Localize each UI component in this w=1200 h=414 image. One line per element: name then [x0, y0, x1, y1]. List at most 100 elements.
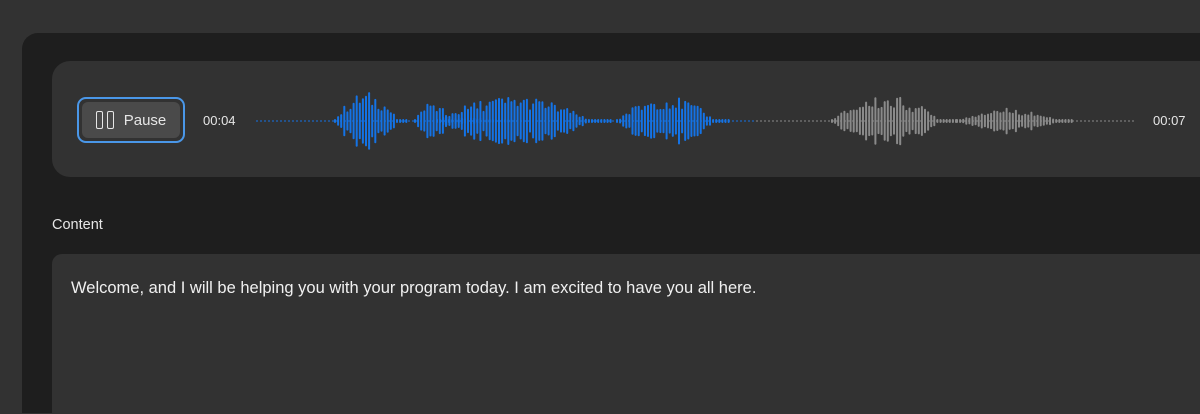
waveform-bar	[479, 100, 482, 142]
waveform-bar	[426, 103, 429, 139]
waveform-bar	[541, 101, 544, 141]
waveform-bar	[491, 100, 494, 142]
waveform-bar	[1027, 114, 1030, 128]
waveform-bar	[905, 109, 908, 133]
waveform-bar	[389, 112, 392, 130]
waveform-bar	[637, 105, 640, 137]
waveform-bar	[414, 119, 416, 123]
waveform-bar	[840, 112, 843, 130]
waveform-bar	[346, 111, 349, 131]
waveform-bar	[1052, 118, 1055, 124]
waveform-bar	[522, 99, 525, 143]
waveform-bar	[724, 119, 727, 123]
waveform-bar	[1045, 117, 1048, 125]
waveform-bar	[488, 101, 491, 141]
waveform-scrubber[interactable]	[256, 88, 1136, 154]
waveform-bar	[454, 113, 457, 129]
content-field[interactable]: Welcome, and I will be helping you with …	[52, 254, 1200, 414]
waveform-bar	[674, 107, 677, 135]
waveform-bar	[516, 105, 519, 137]
waveform-bar	[399, 119, 402, 123]
waveform-bar	[544, 107, 547, 135]
waveform-bar	[587, 119, 590, 123]
waveform-bar	[1024, 113, 1027, 129]
waveform-bar	[553, 104, 556, 138]
waveform-bar	[687, 102, 690, 140]
waveform-bar	[368, 92, 371, 150]
waveform-bar	[575, 114, 578, 128]
waveform-bar	[1070, 119, 1073, 123]
content-text: Welcome, and I will be helping you with …	[71, 279, 757, 297]
waveform-bar	[877, 107, 880, 135]
pause-button[interactable]: Pause	[77, 97, 185, 143]
waveform-bar	[1018, 114, 1020, 128]
waveform-bar	[1064, 119, 1067, 123]
waveform-bar	[396, 119, 398, 123]
pause-icon	[95, 111, 114, 129]
waveform-bar	[1055, 119, 1058, 123]
waveform-bar	[1005, 107, 1008, 135]
waveform-bar	[606, 119, 609, 123]
waveform-bar	[485, 105, 488, 137]
waveform-bar	[987, 113, 989, 129]
waveform-bar	[473, 102, 476, 140]
waveform-bar	[578, 116, 581, 126]
waveform-bar	[858, 107, 861, 135]
waveform-bar	[831, 119, 833, 123]
waveform-bar	[538, 101, 541, 141]
waveform-bar	[945, 119, 948, 123]
waveform-bar	[936, 119, 939, 123]
pause-button-label: Pause	[123, 111, 167, 129]
waveform-bar	[572, 110, 575, 132]
waveform-bar	[556, 111, 559, 131]
waveform-bar	[951, 119, 954, 123]
waveform-bar	[899, 96, 902, 146]
waveform-bar	[563, 109, 566, 133]
waveform-bar	[996, 110, 999, 131]
waveform-bar	[402, 119, 405, 123]
waveform-bar	[705, 116, 708, 126]
waveform-bar	[715, 119, 718, 123]
waveform-bar	[1021, 115, 1024, 127]
waveform-bar	[365, 95, 367, 147]
waveform-bar	[920, 106, 923, 136]
waveform-bar	[482, 110, 485, 132]
waveform-bar	[405, 119, 408, 123]
waveform-bar	[501, 98, 504, 144]
waveform-bar	[837, 115, 840, 127]
waveform-bar	[591, 119, 593, 123]
waveform-bar	[619, 118, 622, 124]
waveform-bar	[862, 106, 864, 136]
waveform-bar	[933, 115, 936, 127]
waveform-bar	[386, 109, 389, 133]
waveform-bar	[380, 110, 383, 132]
waveform-bar	[886, 100, 889, 142]
waveform-bar	[896, 97, 899, 145]
waveform-bar	[908, 107, 911, 135]
waveform-bar	[942, 119, 945, 123]
waveform-bar	[690, 105, 693, 137]
waveform-bar	[843, 110, 846, 132]
waveform-bar	[525, 98, 528, 144]
waveform-bar	[476, 108, 479, 134]
waveform-bar	[983, 114, 986, 128]
waveform-bar	[631, 107, 634, 135]
waveform-bar	[609, 119, 612, 123]
waveform-bar	[656, 109, 659, 133]
waveform-bar	[948, 119, 951, 123]
waveform-bar	[699, 107, 702, 135]
waveform-bar	[668, 108, 671, 134]
waveform-bar	[1014, 109, 1017, 133]
waveform-bar	[968, 117, 971, 125]
waveform-bar	[423, 110, 426, 132]
waveform-bar	[846, 112, 849, 130]
waveform-bar	[510, 101, 513, 141]
waveform-bar	[939, 119, 942, 123]
waveform-bar	[504, 102, 507, 140]
waveform-bar	[874, 97, 877, 145]
waveform-bar	[880, 106, 883, 136]
waveform-bar	[974, 116, 977, 126]
waveform-bar	[436, 119, 438, 123]
waveform-bar	[665, 102, 668, 140]
waveform-bar	[980, 113, 983, 129]
